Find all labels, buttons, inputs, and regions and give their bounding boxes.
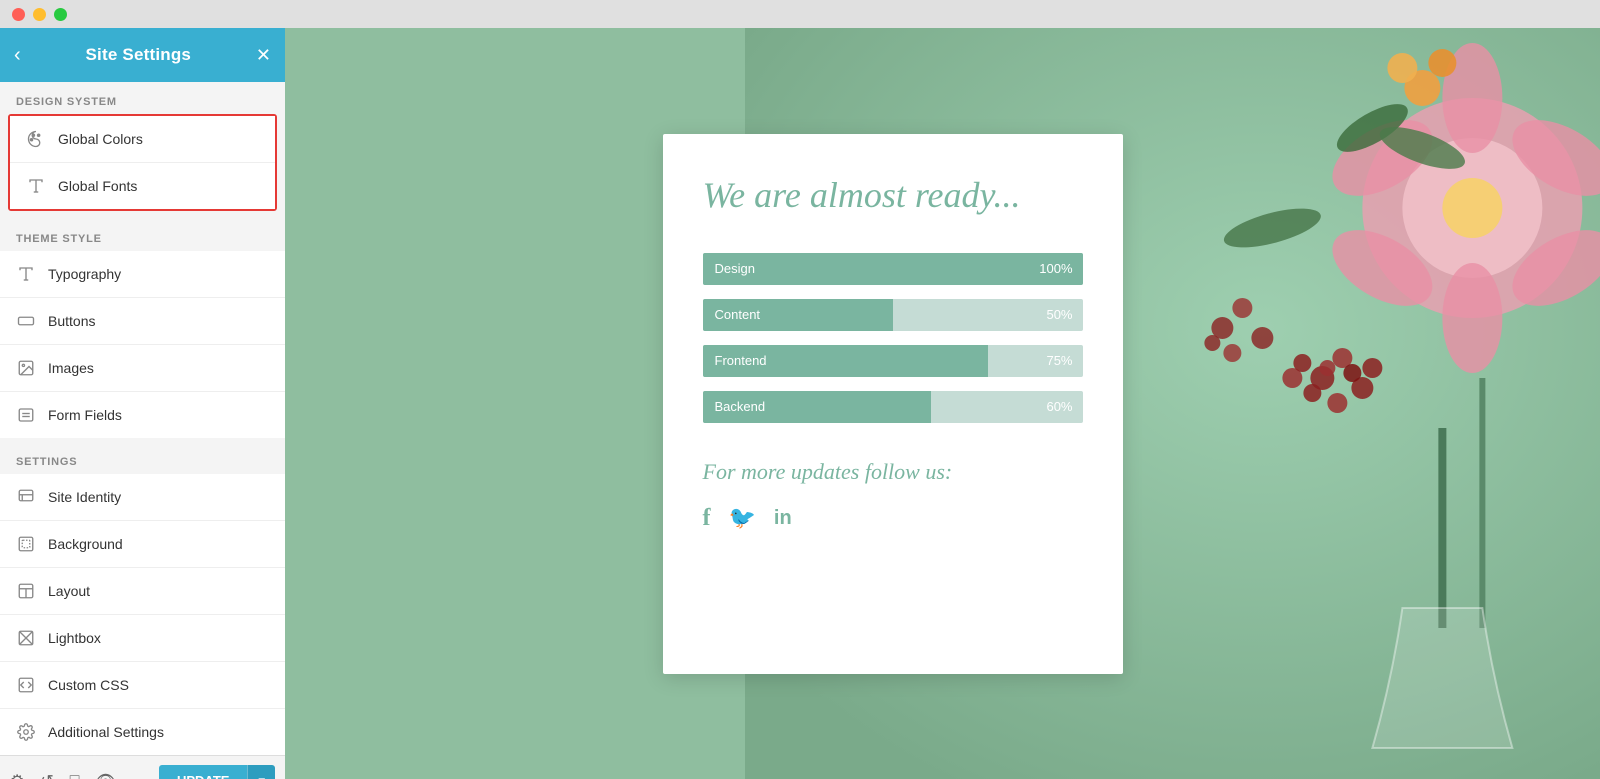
sidebar-item-global-colors[interactable]: Global Colors (10, 116, 275, 163)
form-icon (16, 405, 36, 425)
layout-icon (16, 581, 36, 601)
close-dot[interactable] (12, 8, 25, 21)
lightbox-icon (16, 628, 36, 648)
background-label: Background (48, 536, 123, 552)
responsive-icon[interactable]: □ (70, 772, 80, 779)
progress-frontend-label: Frontend (715, 353, 767, 368)
design-system-section: DESIGN SYSTEM Global Colors (0, 82, 285, 219)
sidebar-header: ‹ Site Settings ✕ (0, 28, 285, 82)
progress-design-percent: 100% (1039, 261, 1072, 276)
linkedin-icon[interactable]: in (774, 507, 792, 530)
content-area: We are almost ready... Design 100% Conte… (285, 28, 1600, 779)
progress-design-label: Design (715, 261, 755, 276)
progress-content-label: Content (715, 307, 761, 322)
css-icon (16, 675, 36, 695)
sidebar-item-images[interactable]: Images (0, 345, 285, 392)
images-label: Images (48, 360, 94, 376)
history-icon[interactable]: ↺ (40, 771, 53, 779)
sidebar: ‹ Site Settings ✕ DESIGN SYSTEM (0, 28, 285, 779)
titlebar (0, 0, 1600, 28)
facebook-icon[interactable]: f (703, 505, 711, 532)
buttons-label: Buttons (48, 313, 95, 329)
progress-backend-label: Backend (715, 399, 766, 414)
layout-label: Layout (48, 583, 90, 599)
update-button[interactable]: UPDATE (159, 765, 247, 779)
progress-backend-percent: 60% (1046, 399, 1072, 414)
sidebar-item-lightbox[interactable]: Lightbox (0, 615, 285, 662)
image-icon (16, 358, 36, 378)
sidebar-item-form-fields[interactable]: Form Fields (0, 392, 285, 438)
global-colors-label: Global Colors (58, 131, 143, 147)
twitter-icon[interactable]: 🐦 (729, 505, 756, 531)
typography-label: Typography (48, 266, 121, 282)
progress-frontend: Frontend 75% (703, 345, 1083, 377)
heading-icon (16, 264, 36, 284)
settings-label: SETTINGS (0, 442, 285, 474)
sidebar-item-typography[interactable]: Typography (0, 251, 285, 298)
app-body: ‹ Site Settings ✕ DESIGN SYSTEM (0, 28, 1600, 779)
additional-settings-label: Additional Settings (48, 724, 164, 740)
minimize-dot[interactable] (33, 8, 46, 21)
custom-css-label: Custom CSS (48, 677, 129, 693)
sidebar-title: Site Settings (86, 45, 192, 65)
progress-content: Content 50% (703, 299, 1083, 331)
toolbar-icons: ⚙ ↺ □ 👁 (10, 771, 116, 779)
button-icon (16, 311, 36, 331)
sidebar-item-buttons[interactable]: Buttons (0, 298, 285, 345)
progress-backend: Backend 60% (703, 391, 1083, 423)
background-icon (16, 534, 36, 554)
design-system-box: Global Colors Global Fonts (8, 114, 277, 211)
sidebar-item-layout[interactable]: Layout (0, 568, 285, 615)
update-dropdown-button[interactable]: ▾ (247, 765, 275, 779)
progress-frontend-percent: 75% (1046, 353, 1072, 368)
preview-icon[interactable]: 👁 (95, 771, 115, 779)
follow-text: For more updates follow us: (703, 459, 1083, 485)
maximize-dot[interactable] (54, 8, 67, 21)
site-identity-icon (16, 487, 36, 507)
palette-icon (26, 129, 46, 149)
sidebar-toolbar: ⚙ ↺ □ 👁 UPDATE ▾ (0, 755, 285, 779)
back-button[interactable]: ‹ (14, 45, 21, 65)
design-system-label: DESIGN SYSTEM (0, 82, 285, 114)
sidebar-item-background[interactable]: Background (0, 521, 285, 568)
theme-style-label: THEME STYLE (0, 219, 285, 251)
settings-icon[interactable]: ⚙ (10, 771, 24, 779)
update-group: UPDATE ▾ (159, 765, 275, 779)
global-fonts-label: Global Fonts (58, 178, 137, 194)
theme-style-section: THEME STYLE Typography Buttons (0, 219, 285, 438)
close-button[interactable]: ✕ (256, 46, 271, 64)
preview-title: We are almost ready... (703, 174, 1083, 217)
progress-content-percent: 50% (1046, 307, 1072, 322)
sidebar-item-custom-css[interactable]: Custom CSS (0, 662, 285, 709)
social-icons: f 🐦 in (703, 505, 1083, 532)
site-identity-label: Site Identity (48, 489, 121, 505)
sidebar-item-global-fonts[interactable]: Global Fonts (10, 163, 275, 209)
preview-card: We are almost ready... Design 100% Conte… (663, 134, 1123, 674)
font-icon (26, 176, 46, 196)
additional-settings-icon (16, 722, 36, 742)
lightbox-label: Lightbox (48, 630, 101, 646)
sidebar-item-additional-settings[interactable]: Additional Settings (0, 709, 285, 755)
progress-design: Design 100% (703, 253, 1083, 285)
settings-section: SETTINGS Site Identity (0, 442, 285, 755)
sidebar-item-site-identity[interactable]: Site Identity (0, 474, 285, 521)
form-fields-label: Form Fields (48, 407, 122, 423)
